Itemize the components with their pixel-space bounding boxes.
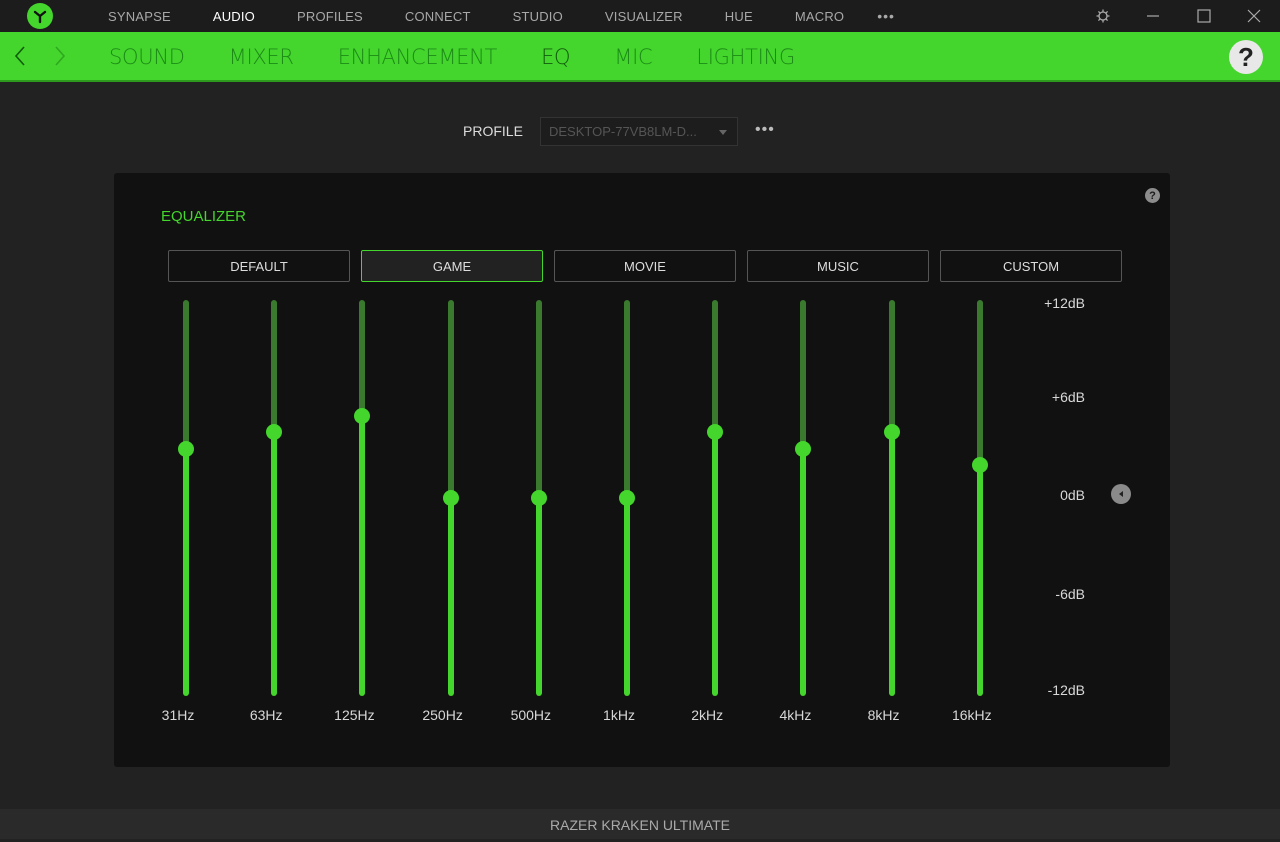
razer-logo-icon[interactable]	[27, 3, 53, 29]
tab-mixer[interactable]: MIXER	[207, 45, 316, 69]
slider-track-upper	[271, 300, 278, 432]
profile-selected-value: DESKTOP-77VB8LM-D...	[549, 124, 697, 139]
tab-mic[interactable]: MIC	[592, 45, 674, 69]
slider-thumb[interactable]	[178, 441, 194, 457]
eq-slider-63hz[interactable]	[259, 300, 289, 696]
slider-track-upper	[359, 300, 366, 416]
eq-slider-250hz[interactable]	[436, 300, 466, 696]
freq-label: 250Hz	[422, 707, 463, 723]
topnav-connect[interactable]: CONNECT	[384, 9, 492, 24]
settings-gear-icon[interactable]	[1088, 0, 1118, 32]
freq-label: 16kHz	[951, 707, 992, 723]
freq-label: 500Hz	[510, 707, 552, 723]
slider-thumb[interactable]	[707, 424, 724, 440]
topnav-visualizer[interactable]: VISUALIZER	[584, 9, 704, 24]
close-icon[interactable]	[1239, 0, 1269, 32]
slider-thumb[interactable]	[266, 424, 283, 440]
title-bar: SYNAPSE AUDIO PROFILES CONNECT STUDIO VI…	[0, 0, 1280, 32]
slider-thumb[interactable]	[795, 441, 812, 457]
tab-enhancement[interactable]: ENHANCEMENT	[316, 45, 519, 69]
slider-thumb[interactable]	[883, 424, 900, 440]
profile-label: PROFILE	[463, 123, 523, 139]
top-nav: SYNAPSE AUDIO PROFILES CONNECT STUDIO VI…	[87, 0, 907, 32]
topnav-studio[interactable]: STUDIO	[492, 9, 584, 24]
slider-track-fill	[447, 498, 454, 696]
db-label-plus6: +6dB	[1051, 389, 1085, 405]
profile-dropdown[interactable]: DESKTOP-77VB8LM-D...	[540, 117, 738, 146]
slider-thumb[interactable]	[619, 490, 635, 506]
sub-nav-bar: SOUND MIXER ENHANCEMENT EQ MIC LIGHTING …	[0, 32, 1280, 82]
db-label-0: 0dB	[1060, 487, 1085, 503]
slider-thumb[interactable]	[442, 490, 459, 506]
profile-row: PROFILE DESKTOP-77VB8LM-D... •••	[0, 117, 1280, 146]
eq-slider-16khz[interactable]	[965, 300, 995, 696]
slider-track-fill	[359, 416, 366, 696]
tab-lighting[interactable]: LIGHTING	[674, 45, 817, 69]
equalizer-panel: ? EQUALIZER DEFAULT GAME MOVIE MUSIC CUS…	[114, 173, 1170, 767]
eq-sliders: 31Hz 63Hz 125Hz 250Hz 500Hz 1kHz 2kHz 4kHz 8kHz 1…	[114, 173, 1170, 767]
eq-slider-2khz[interactable]	[700, 300, 730, 696]
minimize-icon[interactable]	[1138, 0, 1168, 32]
slider-track-upper	[976, 300, 983, 465]
slider-track-upper	[712, 300, 719, 432]
slider-thumb[interactable]	[530, 490, 547, 506]
slider-track-fill	[976, 465, 983, 696]
sub-nav: SOUND MIXER ENHANCEMENT EQ MIC LIGHTING	[87, 32, 817, 82]
slider-track-fill	[888, 432, 895, 696]
topnav-more-button[interactable]: •••	[865, 8, 907, 24]
freq-label: 4kHz	[779, 707, 812, 723]
slider-track-fill	[271, 432, 278, 696]
reset-left-arrow-icon[interactable]	[1111, 484, 1131, 504]
tab-sound[interactable]: SOUND	[87, 45, 207, 69]
device-footer: RAZER KRAKEN ULTIMATE	[0, 809, 1280, 839]
topnav-audio[interactable]: AUDIO	[192, 9, 276, 24]
back-arrow-icon[interactable]	[10, 44, 30, 68]
freq-label: 1kHz	[603, 707, 635, 723]
slider-thumb[interactable]	[354, 408, 371, 424]
topnav-synapse[interactable]: SYNAPSE	[87, 9, 192, 24]
maximize-icon[interactable]	[1189, 0, 1219, 32]
eq-slider-125hz[interactable]	[347, 300, 377, 696]
slider-track-fill	[624, 498, 630, 696]
freq-label: 2kHz	[691, 707, 724, 723]
slider-track-upper	[800, 300, 807, 449]
slider-track-upper	[535, 300, 542, 498]
eq-slider-4khz[interactable]	[788, 300, 818, 696]
tab-eq[interactable]: EQ	[519, 45, 592, 69]
slider-track-upper	[447, 300, 454, 498]
freq-label: 31Hz	[161, 707, 195, 723]
help-icon[interactable]: ?	[1229, 40, 1263, 74]
slider-track-upper	[888, 300, 895, 432]
slider-track-upper	[624, 300, 630, 498]
eq-slider-31hz[interactable]	[171, 300, 201, 696]
forward-arrow-icon[interactable]	[50, 44, 70, 68]
eq-slider-8khz[interactable]	[877, 300, 907, 696]
topnav-hue[interactable]: HUE	[704, 9, 774, 24]
slider-track-upper	[183, 300, 189, 449]
freq-label: 63Hz	[249, 707, 283, 723]
eq-slider-1khz[interactable]	[612, 300, 642, 696]
topnav-profiles[interactable]: PROFILES	[276, 9, 384, 24]
topnav-macro[interactable]: MACRO	[774, 9, 865, 24]
slider-track-fill	[535, 498, 542, 696]
db-label-minus6: -6dB	[1055, 586, 1085, 602]
eq-slider-500hz[interactable]	[524, 300, 554, 696]
db-label-plus12: +12dB	[1044, 295, 1085, 311]
freq-label: 125Hz	[334, 707, 375, 723]
slider-track-fill	[712, 432, 719, 696]
slider-track-fill	[800, 449, 807, 696]
freq-label: 8kHz	[867, 707, 900, 723]
db-label-minus12: -12dB	[1047, 682, 1085, 698]
slider-track-fill	[183, 449, 189, 696]
slider-thumb[interactable]	[971, 457, 988, 473]
profile-more-button[interactable]: •••	[755, 121, 775, 139]
chevron-down-icon	[719, 130, 727, 135]
